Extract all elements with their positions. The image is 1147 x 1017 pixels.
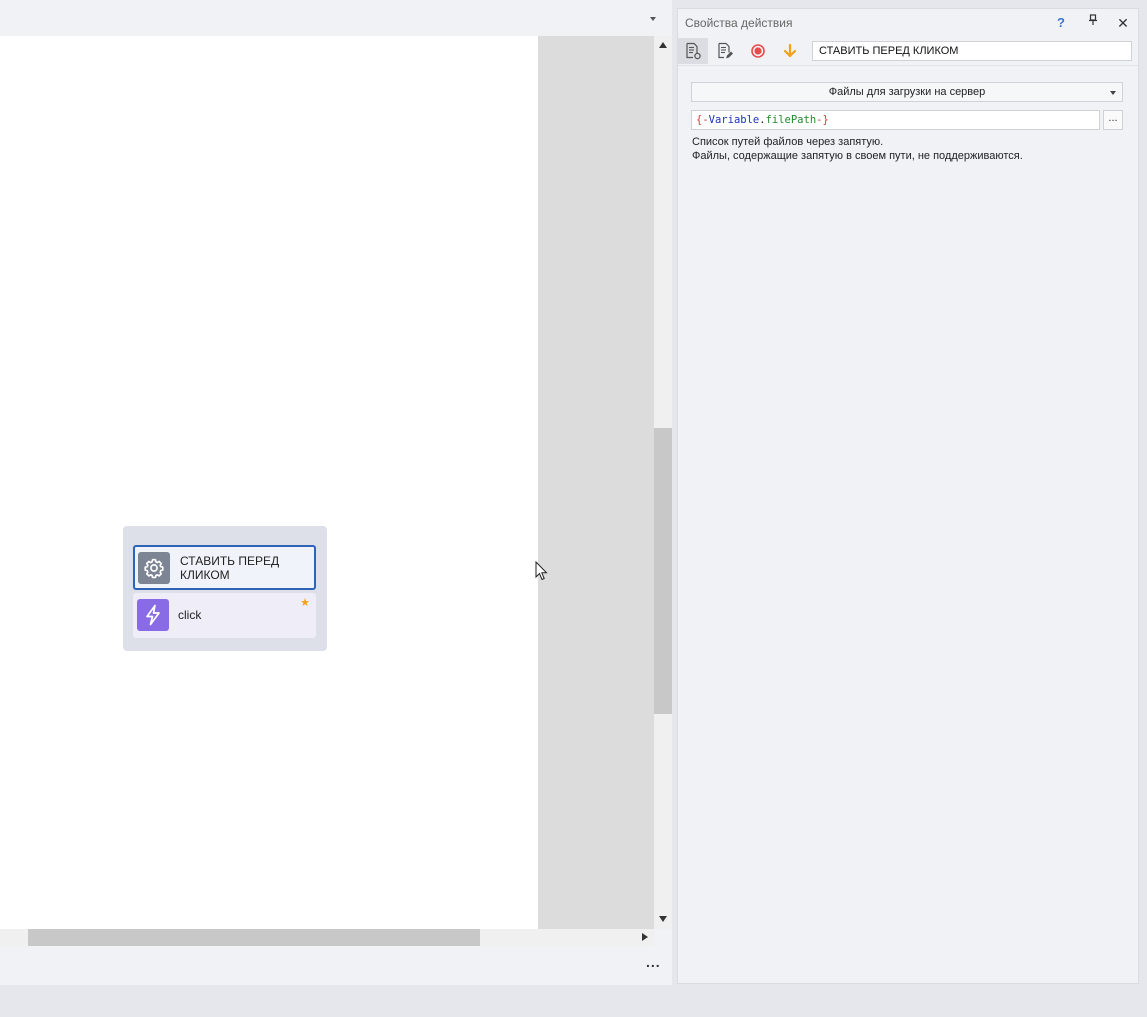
action-name-input[interactable]: СТАВИТЬ ПЕРЕД КЛИКОМ [812, 41, 1132, 61]
var-scope: Variable [708, 114, 760, 126]
workspace-pane: ... СТАВИТЬ ПЕРЕД КЛИКОМ click ★ [0, 0, 672, 985]
horizontal-scroll-thumb[interactable] [28, 929, 480, 946]
hint-line-2: Файлы, содержащие запятую в своем пути, … [692, 150, 1023, 162]
arrow-down-icon [783, 43, 797, 58]
help-button[interactable]: ? [1052, 14, 1070, 32]
var-close-brace: -} [816, 114, 829, 126]
mode-dropdown[interactable]: Файлы для загрузки на сервер [691, 82, 1123, 102]
close-icon[interactable]: ✕ [1114, 14, 1132, 32]
action-block-click[interactable]: click ★ [133, 593, 316, 638]
mouse-cursor-icon [535, 561, 548, 581]
action-settings-icon [686, 42, 701, 60]
action-settings-button[interactable] [678, 38, 708, 64]
action-group[interactable]: СТАВИТЬ ПЕРЕД КЛИКОМ click ★ [123, 526, 327, 651]
file-path-input[interactable]: {-Variable.filePath-} [691, 110, 1100, 130]
scroll-right-icon[interactable] [642, 933, 648, 941]
pin-icon[interactable] [1084, 14, 1102, 32]
action-block-before-click[interactable]: СТАВИТЬ ПЕРЕД КЛИКОМ [133, 545, 316, 590]
var-field: filePath [765, 114, 817, 126]
horizontal-scrollbar[interactable] [0, 929, 654, 946]
vertical-scrollbar[interactable] [654, 36, 672, 929]
scroll-up-icon[interactable] [659, 42, 667, 48]
file-path-hint: Список путей файлов через запятую. Файлы… [692, 135, 1023, 163]
gear-icon [138, 552, 170, 584]
action-label: СТАВИТЬ ПЕРЕД КЛИКОМ [180, 554, 280, 582]
browse-button[interactable]: ... [1103, 110, 1123, 130]
workspace-topbar [0, 0, 672, 37]
more-options-button[interactable]: ... [646, 954, 661, 970]
panel-header: Свойства действия ? ✕ [678, 9, 1138, 37]
mode-dropdown-value: Файлы для загрузки на сервер [828, 86, 986, 98]
toolbar-divider [678, 65, 1138, 66]
chevron-down-icon [1110, 91, 1116, 95]
canvas-outside-area [538, 36, 654, 929]
project-canvas[interactable] [0, 36, 538, 929]
action-properties-panel: Свойства действия ? ✕ СТАВИТЬ ПЕРЕД КЛИК… [677, 8, 1139, 984]
lightning-icon [137, 599, 169, 631]
var-open-brace: {- [696, 114, 709, 126]
record-icon [751, 44, 765, 58]
action-edit-button[interactable] [710, 38, 740, 64]
properties-toolbar: СТАВИТЬ ПЕРЕД КЛИКОМ [678, 37, 1138, 65]
scroll-down-icon[interactable] [659, 916, 667, 922]
action-label: click [178, 608, 202, 622]
hint-line-1: Список путей файлов через запятую. [692, 136, 884, 148]
workspace-bottombar: ... [0, 946, 672, 985]
vertical-scroll-thumb[interactable] [654, 428, 672, 714]
panel-title: Свойства действия [685, 16, 793, 30]
move-down-button[interactable] [775, 38, 805, 64]
action-edit-icon [718, 42, 733, 59]
tabs-dropdown-icon[interactable] [650, 17, 656, 21]
star-icon: ★ [300, 597, 310, 609]
record-button[interactable] [743, 38, 773, 64]
